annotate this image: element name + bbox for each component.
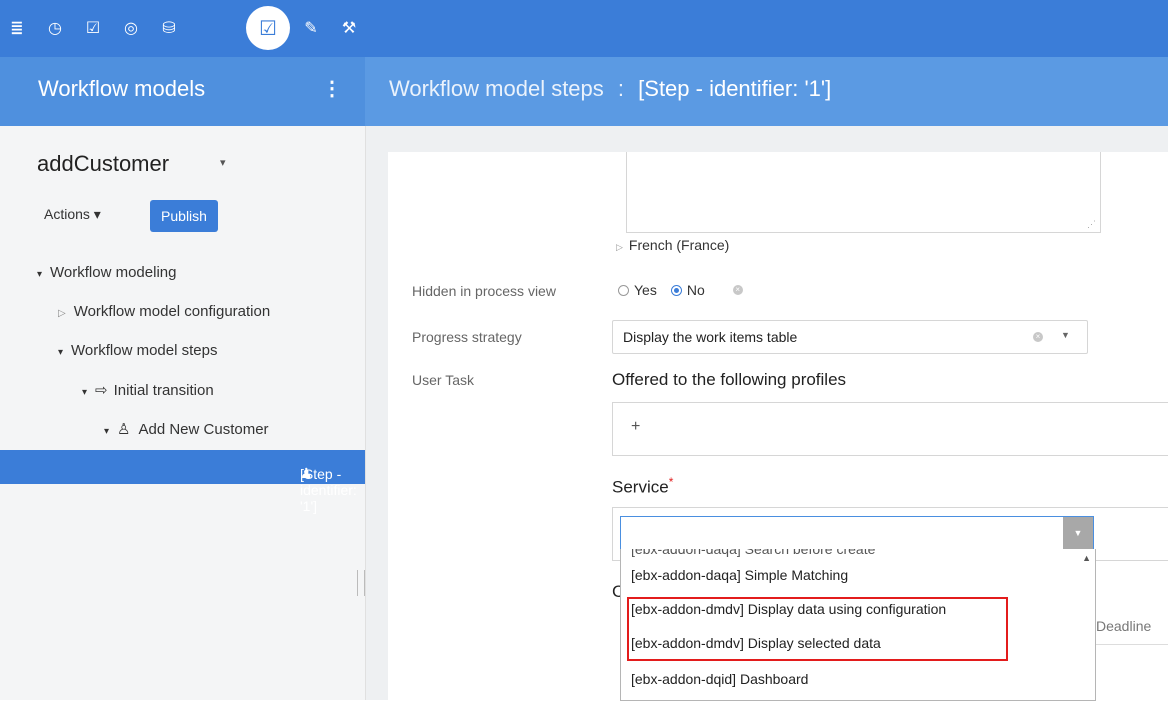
form-panel: ⋰ ▷ French (France) Hidden in process vie… bbox=[388, 152, 1168, 701]
sidebar: addCustomer ▾ Actions ▾ Publish ▾ Workflo… bbox=[0, 126, 366, 700]
section-title: Workflow models bbox=[38, 76, 206, 101]
expand-toggle-icon[interactable]: ▾ bbox=[82, 387, 87, 398]
hidden-in-process-label: Hidden in process view bbox=[412, 283, 556, 299]
tree-item-label: Workflow modeling bbox=[50, 264, 177, 281]
profiles-list: + bbox=[612, 402, 1168, 456]
dropdown-option[interactable]: [ebx-addon-daqa] Search before create bbox=[631, 549, 875, 557]
radio-no-label[interactable]: No bbox=[687, 282, 705, 298]
tree-item-label: Add New Customer bbox=[138, 421, 269, 438]
user-task-label: User Task bbox=[412, 372, 474, 388]
progress-strategy-value: Display the work items table bbox=[623, 329, 798, 345]
divider bbox=[1096, 644, 1168, 645]
tree-item-initial-transition[interactable]: ▾ ⇨ Initial transition bbox=[82, 381, 214, 399]
deadline-column-header[interactable]: Deadline bbox=[1096, 618, 1151, 634]
sidebar-resize-handle[interactable] bbox=[357, 570, 365, 596]
tree-item-label: Workflow model configuration bbox=[73, 303, 271, 320]
breadcrumb-current: [Step - identifier: '1'] bbox=[638, 76, 832, 101]
actions-menu[interactable]: Actions ▾ bbox=[44, 206, 101, 223]
collapsed-toggle-icon: ▷ bbox=[616, 242, 623, 252]
expand-toggle-icon[interactable]: ▾ bbox=[104, 426, 109, 437]
top-toolbar: ≣ ◷ ☑ ◎ ⛁ ☑ ✎ ⚒ bbox=[0, 0, 1168, 57]
dropdown-option[interactable]: [ebx-addon-dqid] Dashboard bbox=[631, 671, 808, 687]
highlight-box bbox=[627, 597, 1008, 661]
tree-item-selected-step[interactable]: ♟ [Step - identifier: '1'] bbox=[0, 450, 365, 514]
hidden-in-process-radio-group: Yes No × bbox=[618, 282, 743, 298]
clear-icon[interactable]: × bbox=[732, 285, 743, 295]
tree-item-label: Initial transition bbox=[113, 382, 214, 399]
breadcrumb-parent[interactable]: Workflow model steps bbox=[389, 76, 604, 101]
description-textarea[interactable]: ⋰ bbox=[626, 152, 1101, 233]
breadcrumb-separator: : bbox=[617, 76, 625, 101]
radio-no[interactable] bbox=[670, 284, 682, 296]
gauge-icon[interactable]: ◎ bbox=[114, 10, 148, 44]
radio-yes-label[interactable]: Yes bbox=[634, 282, 657, 298]
profiles-title: Offered to the following profiles bbox=[612, 370, 847, 389]
data-check-icon[interactable]: ⛁ bbox=[152, 10, 186, 44]
clock-icon[interactable]: ◷ bbox=[38, 10, 72, 44]
scroll-up-icon[interactable]: ▲ bbox=[1082, 553, 1091, 563]
radio-yes[interactable] bbox=[618, 284, 629, 296]
expand-toggle-icon[interactable]: ▾ bbox=[58, 347, 63, 358]
chevron-down-icon[interactable]: ▼ bbox=[1061, 330, 1070, 340]
model-name: addCustomer bbox=[37, 151, 170, 176]
progress-strategy-select[interactable]: Display the work items table × ▼ bbox=[612, 320, 1088, 354]
expand-toggle-icon[interactable]: ▾ bbox=[37, 269, 42, 280]
header-left: Workflow models ⋮ bbox=[0, 57, 365, 126]
tree-item-workflow-model-steps[interactable]: ▾ Workflow model steps bbox=[58, 342, 217, 359]
user-task-icon: ♙ bbox=[117, 420, 131, 438]
model-caret-icon[interactable]: ▾ bbox=[220, 156, 226, 169]
plug-icon[interactable]: ✎ bbox=[294, 10, 328, 44]
page-header: Workflow models ⋮ Workflow model steps :… bbox=[0, 57, 1168, 126]
dropdown-option[interactable]: [ebx-addon-daqa] Simple Matching bbox=[631, 567, 848, 583]
resize-grip-icon[interactable]: ⋰ bbox=[1087, 219, 1096, 230]
progress-strategy-label: Progress strategy bbox=[412, 329, 522, 345]
tree-item-workflow-modeling[interactable]: ▾ Workflow modeling bbox=[37, 264, 176, 281]
chevron-down-icon[interactable]: ▼ bbox=[1063, 517, 1093, 549]
tree-item-workflow-model-configuration[interactable]: ▷ Workflow model configuration bbox=[58, 303, 270, 320]
clear-icon[interactable]: × bbox=[1033, 332, 1043, 342]
checkbox-icon[interactable]: ☑ bbox=[76, 10, 110, 44]
wrench-icon[interactable]: ⚒ bbox=[332, 10, 366, 44]
service-dropdown: [ebx-addon-daqa] Search before create [e… bbox=[620, 549, 1096, 701]
service-title: Service* bbox=[612, 475, 673, 498]
transition-icon: ⇨ bbox=[95, 381, 108, 399]
service-input[interactable] bbox=[620, 516, 1094, 550]
language-label: French (France) bbox=[628, 237, 730, 253]
main-content: ⋰ ▷ French (France) Hidden in process vie… bbox=[366, 126, 1168, 701]
kebab-menu-icon[interactable]: ⋮ bbox=[322, 76, 342, 101]
required-marker: * bbox=[668, 475, 674, 489]
add-profile-button[interactable]: + bbox=[631, 418, 640, 436]
collapsed-toggle-icon[interactable]: ▷ bbox=[58, 308, 66, 319]
tree-item-label: Workflow model steps bbox=[71, 342, 218, 359]
service-label: Service bbox=[612, 477, 669, 497]
tree-item-add-new-customer[interactable]: ▾ ♙ Add New Customer bbox=[104, 420, 269, 438]
tree-item-label: [Step - identifier: '1'] bbox=[300, 466, 357, 514]
publish-button[interactable]: Publish bbox=[150, 200, 218, 232]
language-toggle[interactable]: ▷ French (France) bbox=[616, 237, 729, 253]
breadcrumb: Workflow model steps : [Step - identifie… bbox=[389, 76, 831, 102]
workflow-edit-icon[interactable]: ☑ bbox=[246, 6, 290, 50]
database-icon[interactable]: ≣ bbox=[0, 10, 34, 44]
